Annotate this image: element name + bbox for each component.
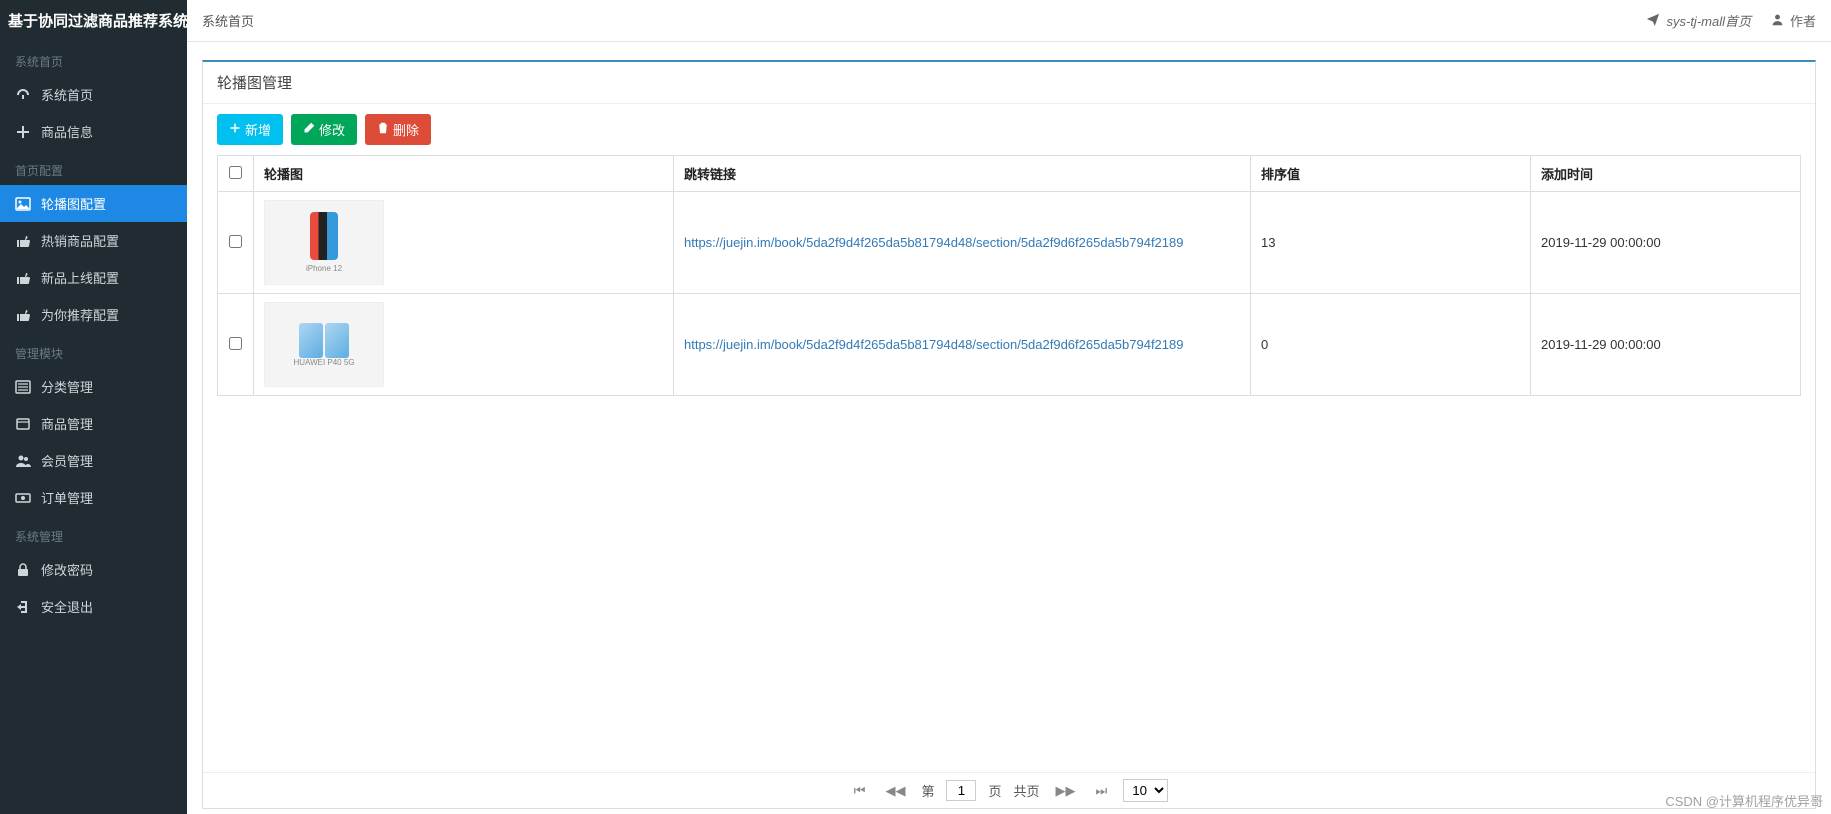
box-icon	[15, 416, 31, 432]
users-icon	[15, 453, 31, 469]
breadcrumb[interactable]: 系统首页	[202, 11, 254, 30]
page-size-select[interactable]: 10	[1123, 779, 1168, 802]
sidebar-item-label: 系统首页	[41, 85, 93, 104]
carousel-thumbnail: iPhone 12	[264, 200, 384, 285]
sidebar-item-label: 为你推荐配置	[41, 305, 119, 324]
edit-button-label: 修改	[319, 120, 345, 139]
sidebar-item-logout[interactable]: 安全退出	[0, 588, 187, 625]
pagination-bar: ⏮ ◀◀ 第 页 共页 ▶▶ ⏭ 10	[203, 772, 1815, 808]
add-time: 2019-11-29 00:00:00	[1531, 192, 1801, 294]
sidebar-item-label: 轮播图配置	[41, 194, 106, 213]
page-last-button[interactable]: ⏭	[1092, 781, 1112, 801]
image-icon	[15, 196, 31, 212]
edit-button[interactable]: 修改	[291, 114, 357, 145]
delete-button[interactable]: 删除	[365, 114, 431, 145]
app-title: 基于协同过滤商品推荐系统	[0, 0, 187, 41]
trash-icon	[377, 122, 389, 137]
sidebar-item-recommend-config[interactable]: 为你推荐配置	[0, 296, 187, 333]
select-all-header	[218, 156, 254, 192]
page-next-button[interactable]: ▶▶	[1052, 781, 1080, 801]
sidebar-item-product-manage[interactable]: 商品管理	[0, 405, 187, 442]
plus-icon	[15, 124, 31, 140]
column-header-link: 跳转链接	[674, 156, 1251, 192]
lock-icon	[15, 562, 31, 578]
add-time: 2019-11-29 00:00:00	[1531, 294, 1801, 396]
sidebar-item-dashboard[interactable]: 系统首页	[0, 76, 187, 113]
data-table: 轮播图 跳转链接 排序值 添加时间	[217, 155, 1801, 396]
sidebar-section-title: 首页配置	[0, 150, 187, 185]
sidebar-item-label: 分类管理	[41, 377, 93, 396]
sidebar-section-title: 系统管理	[0, 516, 187, 551]
add-button-label: 新增	[245, 120, 271, 139]
plus-icon	[229, 122, 241, 137]
topbar-author-link[interactable]: 作者	[1771, 11, 1816, 30]
order-value: 13	[1251, 192, 1531, 294]
row-checkbox[interactable]	[229, 337, 242, 350]
page-prefix: 第	[921, 781, 934, 800]
redirect-link[interactable]: https://juejin.im/book/5da2f9d4f265da5b8…	[684, 337, 1183, 352]
sidebar-item-carousel-config[interactable]: 轮播图配置	[0, 185, 187, 222]
sidebar-item-new-config[interactable]: 新品上线配置	[0, 259, 187, 296]
thumbs-up-icon	[15, 270, 31, 286]
select-all-checkbox[interactable]	[229, 166, 242, 179]
dashboard-icon	[15, 87, 31, 103]
topbar-author-label: 作者	[1790, 11, 1816, 30]
thumbs-up-icon	[15, 307, 31, 323]
table-row: HUAWEI P40 5G https://juejin.im/book/5da…	[218, 294, 1801, 396]
toolbar: 新增 修改 删除	[203, 104, 1815, 155]
signout-icon	[15, 599, 31, 615]
page-first-button[interactable]: ⏮	[850, 781, 870, 801]
thumbs-up-icon	[15, 233, 31, 249]
topbar-home-link[interactable]: sys-tj-mall首页	[1646, 11, 1751, 30]
sidebar-item-label: 订单管理	[41, 488, 93, 507]
sidebar-item-label: 修改密码	[41, 560, 93, 579]
topbar-home-label: sys-tj-mall首页	[1666, 11, 1751, 30]
column-header-image: 轮播图	[254, 156, 674, 192]
sidebar: 基于协同过滤商品推荐系统 系统首页 系统首页 商品信息 首页配置 轮播图配置	[0, 0, 187, 814]
sidebar-item-label: 商品信息	[41, 122, 93, 141]
sidebar-item-member-manage[interactable]: 会员管理	[0, 442, 187, 479]
sidebar-item-order-manage[interactable]: 订单管理	[0, 479, 187, 516]
panel-title: 轮播图管理	[203, 62, 1815, 104]
sidebar-item-label: 商品管理	[41, 414, 93, 433]
topbar-right: sys-tj-mall首页 作者	[1646, 11, 1816, 30]
send-icon	[1646, 12, 1660, 29]
sidebar-item-label: 新品上线配置	[41, 268, 119, 287]
page-input[interactable]	[946, 780, 976, 801]
column-header-order: 排序值	[1251, 156, 1531, 192]
row-checkbox[interactable]	[229, 235, 242, 248]
sidebar-item-change-password[interactable]: 修改密码	[0, 551, 187, 588]
add-button[interactable]: 新增	[217, 114, 283, 145]
edit-icon	[303, 122, 315, 137]
sidebar-item-label: 热销商品配置	[41, 231, 119, 250]
thumb-caption: iPhone 12	[306, 264, 342, 273]
user-icon	[1771, 13, 1784, 29]
page-prev-button[interactable]: ◀◀	[881, 781, 909, 801]
list-icon	[15, 379, 31, 395]
carousel-thumbnail: HUAWEI P40 5G	[264, 302, 384, 387]
topbar: 系统首页 sys-tj-mall首页 作者	[187, 0, 1831, 42]
thumb-caption: HUAWEI P40 5G	[293, 358, 354, 367]
order-value: 0	[1251, 294, 1531, 396]
sidebar-item-category-manage[interactable]: 分类管理	[0, 368, 187, 405]
sidebar-item-label: 会员管理	[41, 451, 93, 470]
column-header-time: 添加时间	[1531, 156, 1801, 192]
sidebar-section-title: 系统首页	[0, 41, 187, 76]
phone-graphic	[299, 323, 349, 358]
panel: 轮播图管理 新增 修改 删除	[202, 60, 1816, 809]
sidebar-item-product-info[interactable]: 商品信息	[0, 113, 187, 150]
delete-button-label: 删除	[393, 120, 419, 139]
main-area: 系统首页 sys-tj-mall首页 作者 轮播图管理	[187, 0, 1831, 814]
page-suffix: 页	[988, 781, 1001, 800]
phone-graphic	[310, 212, 338, 260]
sidebar-item-label: 安全退出	[41, 597, 93, 616]
redirect-link[interactable]: https://juejin.im/book/5da2f9d4f265da5b8…	[684, 235, 1183, 250]
sidebar-section-title: 管理模块	[0, 333, 187, 368]
sidebar-item-hot-config[interactable]: 热销商品配置	[0, 222, 187, 259]
page-total: 共页	[1014, 781, 1040, 800]
money-icon	[15, 490, 31, 506]
table-row: iPhone 12 https://juejin.im/book/5da2f9d…	[218, 192, 1801, 294]
